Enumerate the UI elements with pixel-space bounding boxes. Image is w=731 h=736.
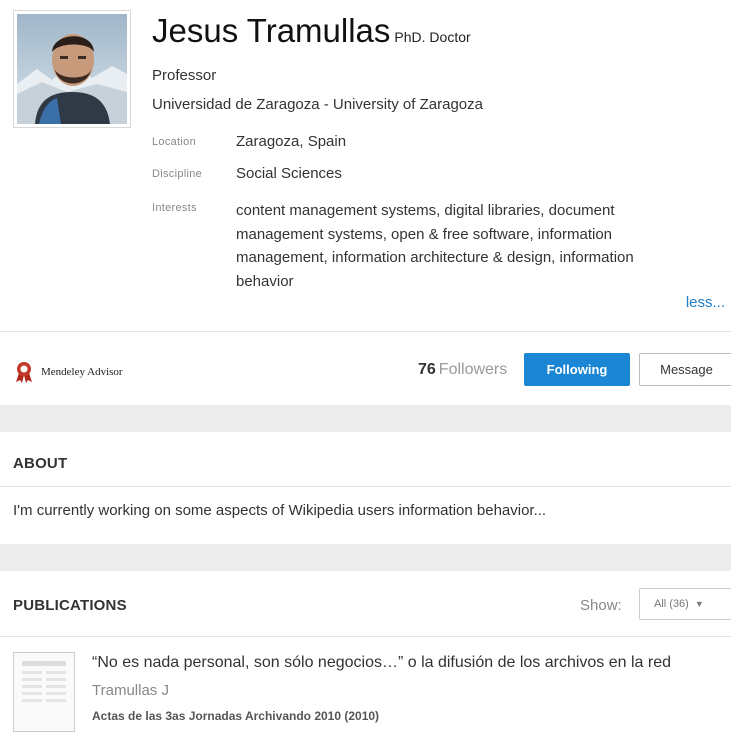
interests-value: content management systems, digital libr… bbox=[236, 202, 634, 290]
ribbon-award-icon bbox=[16, 362, 32, 383]
message-button[interactable]: Message bbox=[639, 353, 731, 386]
publication-authors: Tramullas J bbox=[92, 682, 169, 699]
advisor-label: Mendeley Advisor bbox=[41, 366, 123, 378]
divider bbox=[0, 486, 731, 487]
profile-avatar[interactable] bbox=[13, 10, 131, 128]
followers-count[interactable]: 76 Followers bbox=[418, 361, 507, 379]
profile-affiliation[interactable]: Universidad de Zaragoza - University of … bbox=[152, 96, 483, 113]
followers-number: 76 bbox=[418, 361, 436, 378]
show-label: Show: bbox=[580, 597, 622, 614]
section-separator bbox=[0, 544, 731, 571]
mendeley-advisor-badge[interactable]: Mendeley Advisor bbox=[13, 361, 123, 383]
document-thumbnail-graphic bbox=[22, 661, 66, 702]
section-separator bbox=[0, 405, 731, 432]
divider bbox=[0, 636, 731, 637]
publications-heading: PUBLICATIONS bbox=[13, 597, 127, 614]
about-heading: ABOUT bbox=[13, 455, 68, 472]
profile-name-text: Jesus Tramullas bbox=[152, 12, 391, 49]
show-filter-value: All (36) bbox=[654, 598, 689, 610]
avatar-photo bbox=[17, 14, 127, 124]
discipline-label: Discipline bbox=[152, 168, 203, 180]
document-thumbnail-icon[interactable] bbox=[13, 652, 75, 732]
following-button[interactable]: Following bbox=[524, 353, 630, 386]
profile-role: Professor bbox=[152, 67, 217, 84]
less-link[interactable]: less... bbox=[686, 294, 725, 311]
location-label: Location bbox=[152, 136, 196, 148]
interests-label: Interests bbox=[152, 202, 197, 214]
discipline-value: Social Sciences bbox=[236, 165, 342, 182]
followers-label: Followers bbox=[438, 361, 508, 378]
caret-down-icon: ▼ bbox=[694, 599, 704, 609]
show-filter-select[interactable]: All (36) ▼ bbox=[639, 588, 731, 620]
divider bbox=[0, 331, 731, 332]
publication-source: Actas de las 3as Jornadas Archivando 201… bbox=[92, 709, 380, 723]
profile-name: Jesus Tramullas PhD. Doctor bbox=[152, 12, 471, 50]
publication-title[interactable]: “No es nada personal, son sólo negocios…… bbox=[92, 654, 671, 672]
about-text: I'm currently working on some aspects of… bbox=[13, 502, 547, 519]
profile-degree: PhD. Doctor bbox=[394, 29, 471, 45]
location-value: Zaragoza, Spain bbox=[236, 133, 347, 150]
